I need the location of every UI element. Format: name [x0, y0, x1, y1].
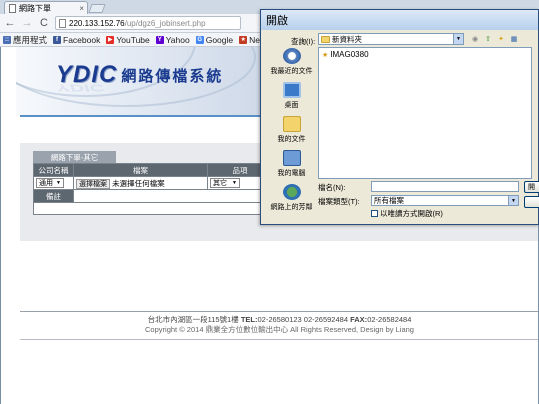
company-cell: 通用 ▼	[33, 176, 74, 190]
page-footer: 台北市內湖區一段115號1樓 TEL:02-26580123 02-265924…	[20, 315, 539, 335]
address-bar[interactable]: 220.133.152.76 /up/dgz6_jobinsert.php	[55, 16, 241, 30]
google-icon: G	[195, 35, 204, 44]
bookmark-label: Ne	[249, 34, 261, 45]
yahoo-icon: Y	[155, 35, 164, 44]
footer-divider	[20, 311, 539, 312]
bookmark-item[interactable]: :: 應用程式	[3, 34, 47, 46]
dropdown-arrow-icon[interactable]: ▼	[453, 34, 463, 44]
view-menu-icon[interactable]: ▦	[509, 34, 519, 44]
form-tab[interactable]: 網路下單-其它	[33, 151, 116, 163]
readonly-option[interactable]: 以唯讀方式開啟(R)	[371, 208, 443, 219]
logo-reflection: YDIC	[56, 82, 104, 93]
cancel-button[interactable]	[524, 196, 539, 208]
file-list: ★ IMAG0380	[318, 47, 532, 179]
recent-documents-icon	[282, 48, 301, 64]
filename-label: 檔名(N):	[318, 183, 346, 192]
reload-icon[interactable]: C	[38, 17, 50, 29]
bookmark-icon: ★	[239, 35, 248, 44]
close-tab-icon[interactable]: ×	[79, 4, 87, 13]
my-computer-icon	[282, 150, 301, 166]
readonly-checkbox[interactable]	[371, 210, 378, 217]
facebook-icon: f	[53, 35, 62, 44]
place-network[interactable]: 網路上的芳鄰	[266, 184, 317, 212]
logo-subtitle: 網路傳檔系統	[121, 67, 224, 85]
apps-icon: ::	[3, 35, 11, 44]
bookmark-item[interactable]: ▶ YouTube	[106, 34, 150, 45]
network-icon	[282, 184, 301, 200]
dropdown-arrow-icon: ▼	[232, 180, 237, 186]
bookmark-label: Google	[205, 34, 234, 45]
bookmark-label: Yahoo	[165, 34, 190, 45]
lookin-select[interactable]: 新資料夾 ▼	[318, 33, 464, 45]
dialog-title: 開啟	[261, 10, 538, 30]
youtube-icon: ▶	[106, 35, 115, 44]
bookmark-item[interactable]: Y Yahoo	[155, 34, 190, 45]
open-button[interactable]: 開	[524, 181, 539, 193]
place-desktop[interactable]: 桌面	[266, 82, 317, 110]
forward-icon[interactable]: →	[21, 17, 33, 29]
note-label: 備註	[33, 189, 74, 203]
browser-tab[interactable]: 網路下單 ×	[4, 1, 88, 14]
file-name: IMAG0380	[330, 50, 369, 59]
window-border-left	[0, 47, 1, 404]
open-file-dialog: 開啟 查詢(I): 新資料夾 ▼ ◉ ⇧ ✦ ▦ 我最近的文件 桌面 我的文件 …	[260, 9, 539, 225]
filename-input[interactable]	[371, 181, 519, 192]
url-path: /up/dgz6_jobinsert.php	[124, 18, 206, 28]
folder-icon	[321, 35, 330, 43]
dropdown-arrow-icon[interactable]: ▼	[508, 196, 518, 205]
dropdown-arrow-icon: ▼	[56, 180, 61, 186]
footer-copyright: Copyright © 2014 鼎業全方位數位輸出中心 All Rights …	[145, 325, 414, 334]
lookin-label: 查詢(I):	[291, 37, 316, 46]
url-host: 220.133.152.76	[69, 18, 125, 28]
bookmark-label: 應用程式	[13, 34, 48, 45]
choose-file-button[interactable]: 選擇檔案	[76, 178, 110, 189]
new-folder-icon[interactable]: ✦	[496, 34, 506, 44]
bookmark-label: Facebook	[63, 34, 101, 45]
footer-divider-bottom	[20, 339, 539, 340]
desktop-icon	[282, 82, 301, 98]
file-status: 未選擇任何檔案	[112, 178, 165, 188]
site-banner: YDIC 網路傳檔系統 YDIC	[16, 47, 261, 117]
places-bar: 我最近的文件 桌面 我的文件 我的電腦 網路上的芳鄰	[266, 48, 317, 211]
up-folder-icon[interactable]: ⇧	[483, 34, 493, 44]
back-icon[interactable]: ←	[4, 17, 16, 29]
new-tab-button[interactable]	[88, 4, 106, 13]
back-icon[interactable]: ◉	[470, 34, 480, 44]
page-info-icon[interactable]	[59, 18, 66, 28]
company-select[interactable]: 通用 ▼	[36, 178, 64, 188]
bookmark-item[interactable]: G Google	[195, 34, 234, 45]
list-item[interactable]: ★ IMAG0380	[322, 50, 369, 59]
file-cell: 選擇檔案 未選擇任何檔案	[73, 176, 208, 190]
header-company: 公司名稱	[33, 163, 74, 177]
image-file-icon: ★	[322, 51, 329, 59]
item-select[interactable]: 其它 ▼	[210, 178, 240, 188]
bookmark-label: YouTube	[116, 34, 150, 45]
bookmark-item[interactable]: f Facebook	[53, 35, 100, 45]
place-recent[interactable]: 我最近的文件	[266, 48, 317, 76]
place-computer[interactable]: 我的電腦	[266, 150, 317, 178]
filetype-select[interactable]: 所有檔案 ▼	[371, 195, 519, 206]
header-file: 檔案	[73, 163, 208, 177]
filetype-label: 檔案類型(T):	[318, 197, 360, 206]
page-icon	[9, 3, 16, 13]
footer-contact: 台北市內湖區一段115號1樓 TEL:02-26580123 02-265924…	[147, 315, 412, 324]
my-documents-icon	[282, 116, 301, 132]
place-documents[interactable]: 我的文件	[266, 116, 317, 144]
tab-title: 網路下單	[19, 3, 51, 13]
dialog-toolbar: ◉ ⇧ ✦ ▦	[470, 34, 519, 44]
bookmark-item[interactable]: ★ Ne	[239, 35, 260, 45]
